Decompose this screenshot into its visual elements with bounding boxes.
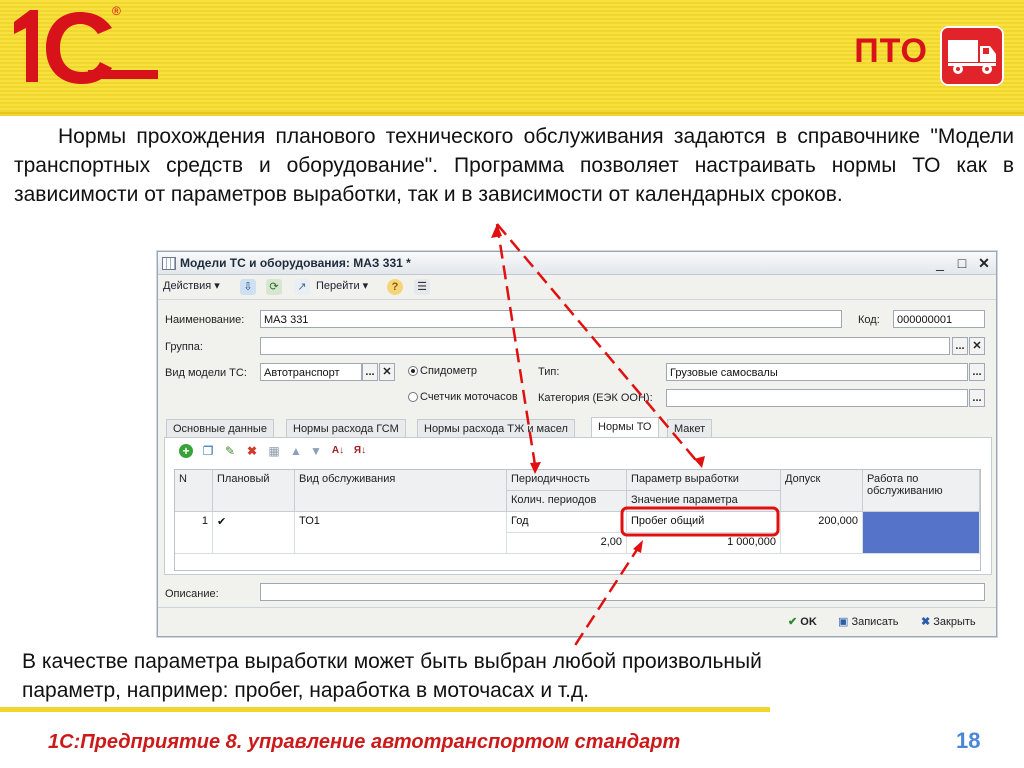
chevron-down-icon: ▾ xyxy=(362,280,369,292)
maintenance-norms-table: N Плановый Вид обслуживания Периодичност… xyxy=(174,469,981,571)
end-edit-icon[interactable]: ▦ xyxy=(267,444,281,458)
catalog-icon xyxy=(162,257,176,270)
help-icon[interactable]: ? xyxy=(387,279,403,295)
goto-label: Перейти xyxy=(316,280,360,292)
sort-asc-icon[interactable]: A↓ xyxy=(331,444,345,458)
model-clear-button[interactable]: ✕ xyxy=(379,363,395,381)
footer-rule xyxy=(0,707,770,712)
move-down-icon[interactable]: ▼ xyxy=(309,444,323,458)
save-close-icon[interactable]: ⇩ xyxy=(240,279,256,295)
close-button[interactable]: ✖ Закрыть xyxy=(921,613,976,631)
footer-divider xyxy=(158,607,996,608)
model-field[interactable]: Автотранспорт xyxy=(260,363,362,381)
tab-main-data[interactable]: Основные данные xyxy=(166,419,274,437)
code-label: Код: xyxy=(858,314,880,326)
code-field[interactable]: 000000001 xyxy=(893,310,985,328)
cell-service-type[interactable]: ТО1 xyxy=(295,512,507,554)
header-param-value[interactable]: Значение параметра xyxy=(627,491,781,512)
actions-menu[interactable]: Действия ▾ xyxy=(163,279,220,292)
type-label: Тип: xyxy=(538,366,560,378)
save-button[interactable]: ▣ Записать xyxy=(838,613,898,631)
group-select-button[interactable]: ... xyxy=(952,337,968,355)
group-clear-button[interactable]: ✕ xyxy=(969,337,985,355)
actions-label: Действия xyxy=(163,280,212,292)
header-tolerance[interactable]: Допуск xyxy=(781,470,863,512)
section-label: ПТО xyxy=(854,32,928,70)
model-label: Вид модели ТС: xyxy=(165,367,247,379)
description-label: Описание: xyxy=(165,588,219,600)
window-title: Модели ТС и оборудования: МАЗ 331 * xyxy=(180,256,411,270)
ok-label: OK xyxy=(800,616,817,628)
cell-periods-count[interactable]: 2,00 xyxy=(507,533,627,554)
hours-counter-radio[interactable] xyxy=(408,392,418,402)
goto-icon: ↗ xyxy=(294,279,310,295)
name-label: Наименование: xyxy=(165,314,245,326)
name-field[interactable]: МАЗ 331 xyxy=(260,310,842,328)
category-select-button[interactable]: ... xyxy=(969,389,985,407)
footer-title: 1С:Предприятие 8. управление автотранспо… xyxy=(48,731,681,753)
sort-desc-icon[interactable]: Я↓ xyxy=(353,444,367,458)
truck-icon xyxy=(940,26,1004,86)
model-select-button[interactable]: ... xyxy=(362,363,378,381)
registered-mark: ® xyxy=(112,4,121,18)
header-output-param[interactable]: Параметр выработки xyxy=(627,470,781,491)
list-icon[interactable]: ☰ xyxy=(414,279,430,295)
cell-output-param[interactable]: Пробег общий xyxy=(627,512,781,533)
group-field[interactable] xyxy=(260,337,950,355)
tab-layout[interactable]: Макет xyxy=(667,419,713,437)
cell-periodicity[interactable]: Год xyxy=(507,512,627,533)
reread-icon[interactable]: ⟳ xyxy=(266,279,282,295)
close-window-button[interactable]: ✕ xyxy=(974,253,994,273)
hours-counter-label: Счетчик моточасов xyxy=(420,391,518,403)
save-label: Записать xyxy=(851,616,899,628)
logo: ® xyxy=(0,0,170,108)
header-periods-count[interactable]: Колич. периодов xyxy=(507,491,627,512)
logo-1c-icon xyxy=(14,10,158,84)
cell-param-value[interactable]: 1 000,000 xyxy=(627,533,781,554)
header-rule xyxy=(0,110,1024,116)
header-service-type[interactable]: Вид обслуживания xyxy=(295,470,507,512)
move-up-icon[interactable]: ▲ xyxy=(289,444,303,458)
header-n[interactable]: N xyxy=(175,470,213,512)
category-field[interactable] xyxy=(666,389,968,407)
minimize-button[interactable]: _ xyxy=(930,253,950,273)
add-row-icon[interactable]: + xyxy=(179,444,193,458)
header-service-works[interactable]: Работа по обслуживанию xyxy=(863,470,980,512)
tab-oil-norms[interactable]: Нормы расхода ТЖ и масел xyxy=(417,419,575,437)
speedometer-radio[interactable] xyxy=(408,366,418,376)
tab-maintenance-norms[interactable]: Нормы ТО xyxy=(591,417,659,437)
window-titlebar[interactable]: Модели ТС и оборудования: МАЗ 331 * _ □ … xyxy=(158,252,996,275)
page-number: 18 xyxy=(956,728,981,753)
close-icon: ✖ xyxy=(921,616,931,628)
maximize-button[interactable]: □ xyxy=(952,253,972,273)
type-field[interactable]: Грузовые самосвалы xyxy=(666,363,968,381)
edit-row-icon[interactable]: ✎ xyxy=(223,444,237,458)
chevron-down-icon: ▾ xyxy=(214,280,220,292)
close-label: Закрыть xyxy=(933,616,976,628)
category-label: Категория (ЕЭК ООН): xyxy=(538,392,653,404)
cell-tolerance[interactable]: 200,000 xyxy=(781,512,863,554)
description-paragraph: Нормы прохождения планового технического… xyxy=(14,125,1014,206)
window-toolbar: Действия ▾ ⇩ ⟳ ↗ Перейти ▾ ? ☰ xyxy=(158,275,996,300)
goto-menu[interactable]: Перейти ▾ xyxy=(316,279,368,292)
description-field[interactable] xyxy=(260,583,985,601)
bottom-note: В качестве параметра выработки может быт… xyxy=(22,650,762,702)
header-planned[interactable]: Плановый xyxy=(213,470,295,512)
copy-row-icon[interactable]: ❐ xyxy=(201,444,215,458)
disk-icon: ▣ xyxy=(838,616,849,628)
tab-fuel-norms[interactable]: Нормы расхода ГСМ xyxy=(286,419,406,437)
speedometer-label: Спидометр xyxy=(420,365,478,377)
catalog-window: Модели ТС и оборудования: МАЗ 331 * _ □ … xyxy=(157,251,997,637)
cell-n[interactable]: 1 xyxy=(175,512,213,554)
cell-planned-check[interactable]: ✔ xyxy=(213,512,295,554)
header-periodicity[interactable]: Периодичность xyxy=(507,470,627,491)
ok-check-icon: ✔ xyxy=(788,616,798,628)
group-label: Группа: xyxy=(165,341,203,353)
type-select-button[interactable]: ... xyxy=(969,363,985,381)
ok-button[interactable]: ✔ OK xyxy=(788,613,817,631)
delete-row-icon[interactable]: ✖ xyxy=(245,444,259,458)
cell-service-works-selected[interactable] xyxy=(863,512,980,554)
